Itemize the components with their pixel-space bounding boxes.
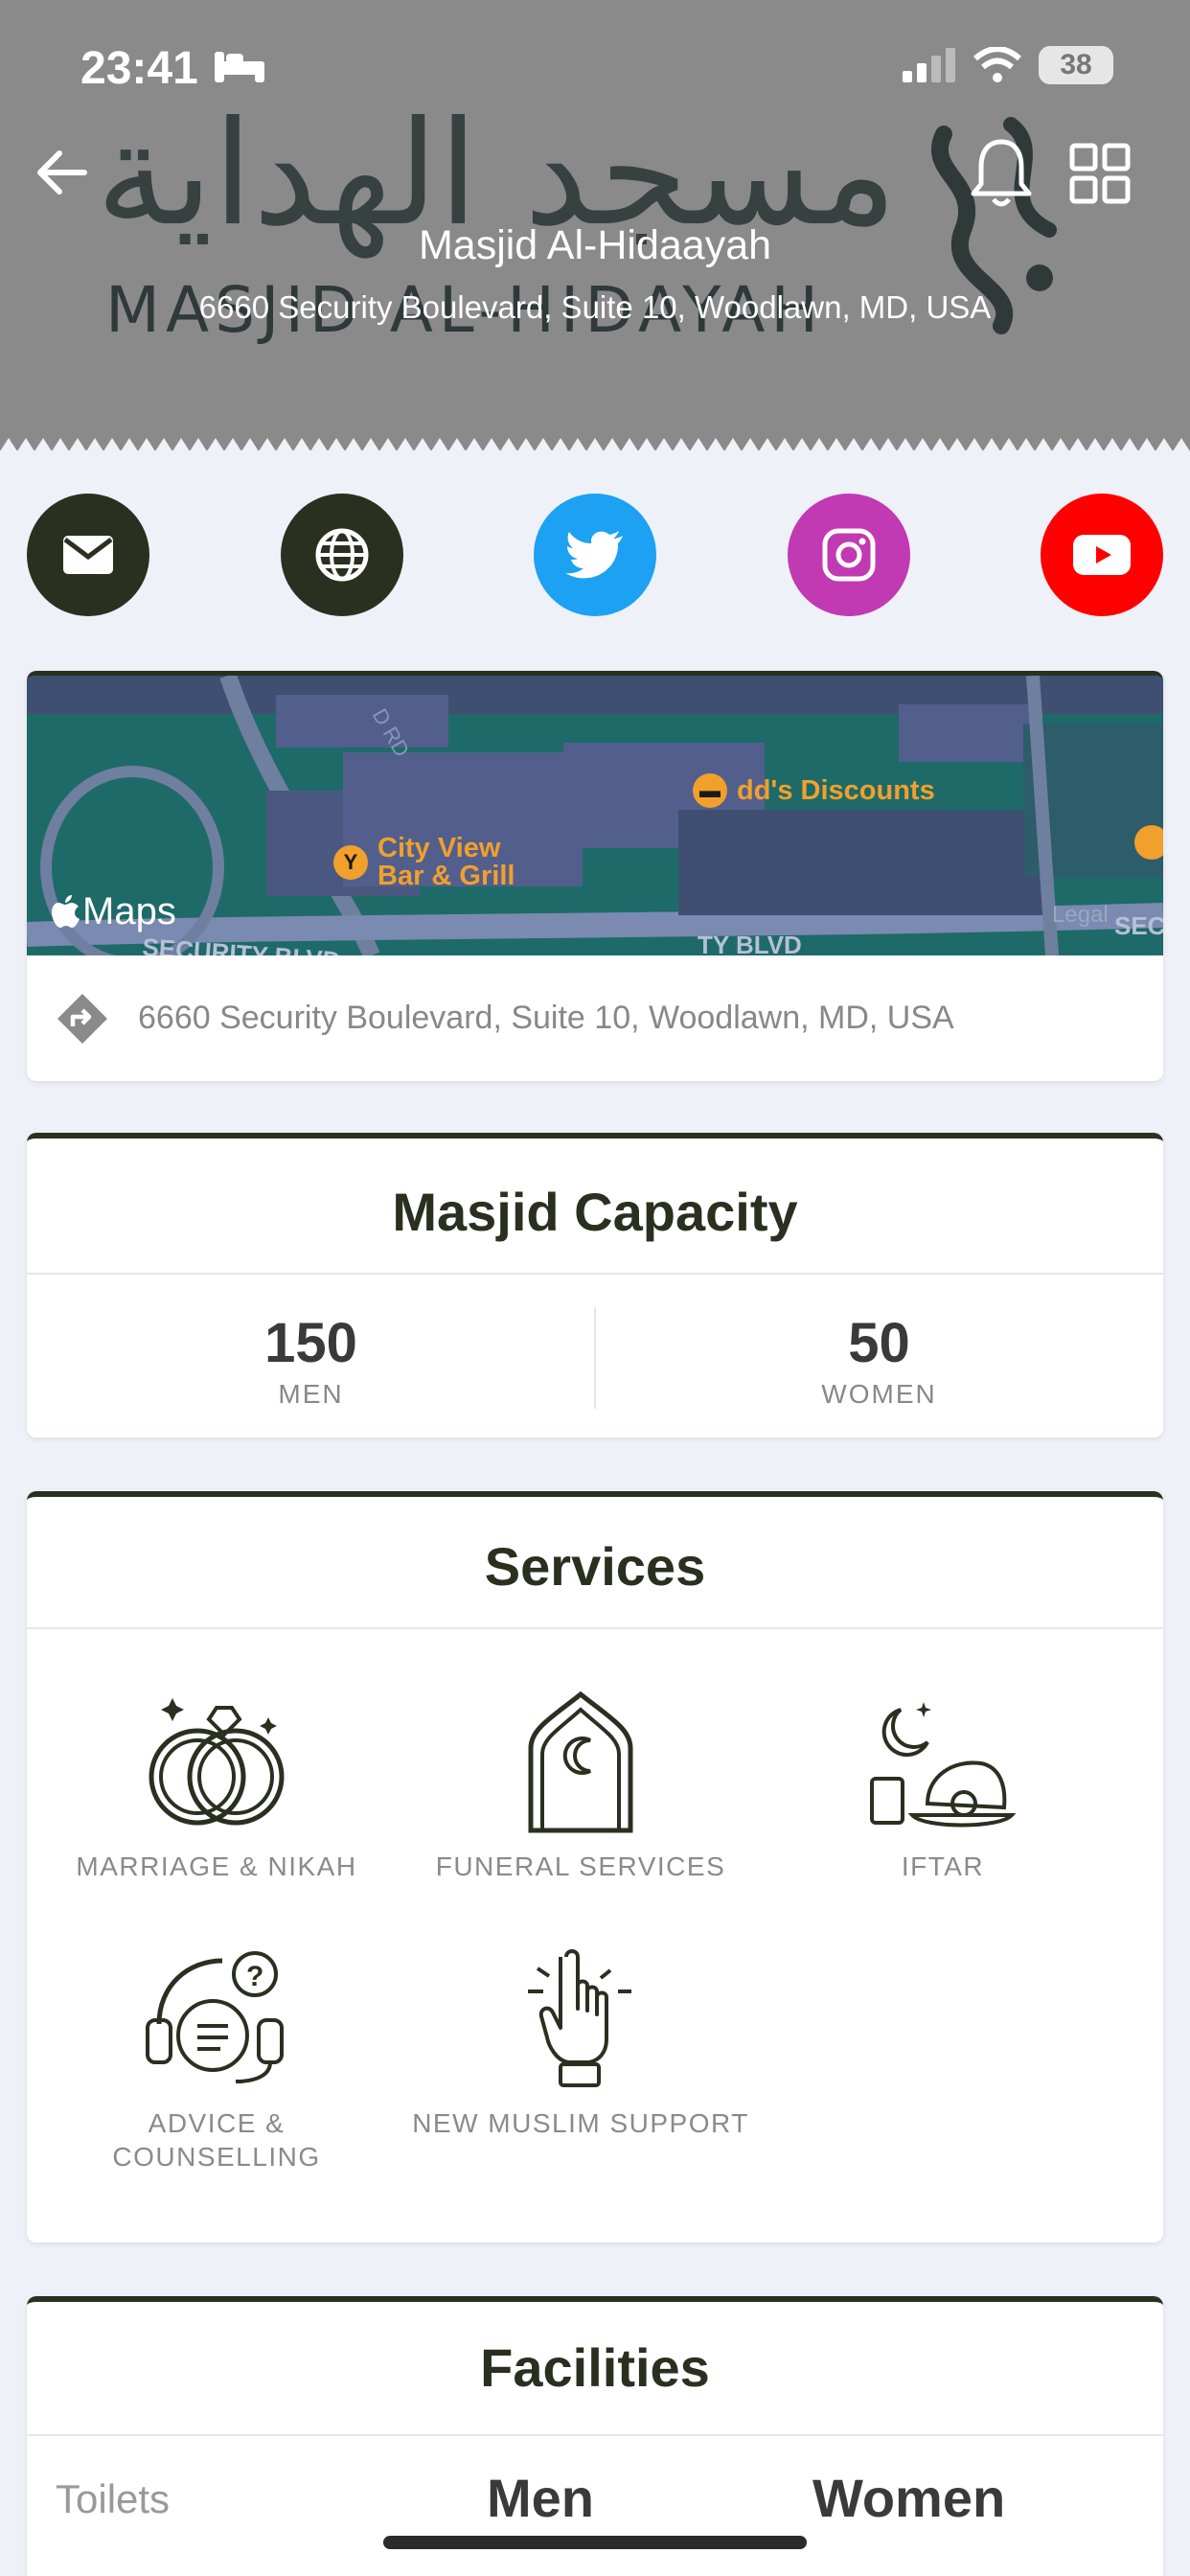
facilities-title: Facilities (480, 2337, 710, 2398)
instagram-button[interactable] (788, 494, 910, 616)
service-funeral-label: FUNERAL SERVICES (435, 1852, 726, 1881)
rings-icon (149, 1698, 285, 1826)
poi-dds-discounts[interactable]: ▬ dd's Discounts (693, 773, 935, 808)
status-time: 23:41 (80, 43, 198, 94)
youtube-icon (1073, 535, 1131, 575)
service-iftar-label: IFTAR (901, 1852, 985, 1881)
map-legal-link[interactable]: Legal (1052, 902, 1109, 929)
capacity-men-label: MEN (278, 1379, 344, 1409)
apple-maps-brand: Maps (52, 890, 176, 933)
header-zigzag-edge (0, 438, 1190, 450)
service-marriage[interactable]: MARRIAGE & NIKAH (34, 1690, 399, 1883)
maps-brand-label: Maps (82, 890, 176, 932)
back-arrow-icon[interactable] (29, 139, 96, 206)
grid-menu-icon[interactable] (1068, 142, 1132, 205)
poi-dds-label: dd's Discounts (737, 774, 935, 806)
map-car-pin-icon (1134, 825, 1163, 860)
services-card: Services MARRIAGE & NIKAH FUNERAL SERVIC… (27, 1491, 1163, 2242)
facilities-card: Facilities Toilets Men Women (27, 2296, 1163, 2576)
iftar-meal-icon (870, 1702, 1017, 1828)
svg-text:?: ? (246, 1961, 263, 1992)
directions-row[interactable]: 6660 Security Boulevard, Suite 10, Woodl… (27, 955, 1163, 1081)
wifi-icon (973, 47, 1021, 82)
bag-icon: ▬ (693, 773, 727, 808)
map-tiles: D RD SECURITY BLVD TY BLVD SECU (27, 676, 1163, 955)
facilities-divider (27, 2434, 1163, 2436)
instagram-icon (822, 528, 876, 582)
battery-indicator: 38 (1039, 46, 1113, 84)
mosque-name: Masjid Al-Hidaayah (418, 222, 772, 268)
twitter-button[interactable] (534, 494, 656, 616)
apple-logo-icon (52, 894, 80, 928)
status-icons: 38 (903, 46, 1113, 84)
service-new-muslim-label: NEW MUSLIM SUPPORT (412, 2108, 749, 2138)
services-divider (27, 1627, 1163, 1629)
capacity-title: Masjid Capacity (392, 1182, 798, 1242)
capacity-women-value: 50 (848, 1312, 910, 1374)
capacity-men: 150 MEN (27, 1311, 595, 1410)
service-funeral[interactable]: FUNERAL SERVICES (399, 1690, 763, 1883)
services-title: Services (484, 1536, 706, 1597)
capacity-women: 50 WOMEN (595, 1311, 1163, 1410)
capacity-divider (27, 1273, 1163, 1275)
service-counselling[interactable]: ? ADVICE & COUNSELLING (34, 1947, 399, 2174)
twitter-icon (565, 531, 623, 579)
website-button[interactable] (281, 494, 403, 616)
mosque-door-icon (528, 1690, 633, 1833)
service-counselling-label-2: COUNSELLING (112, 2142, 321, 2172)
bell-icon[interactable] (968, 134, 1035, 211)
email-button[interactable] (27, 494, 149, 616)
service-marriage-label: MARRIAGE & NIKAH (76, 1852, 357, 1881)
masjid-header: مسجد الهداية MASJID AL-HIDAYAH 23:41 38 (0, 0, 1190, 450)
service-iftar[interactable]: IFTAR (761, 1690, 1125, 1883)
mail-icon (63, 536, 113, 574)
sleep-mode-icon (215, 52, 264, 82)
service-counselling-label-1: ADVICE & (148, 2108, 286, 2138)
facilities-row-label: Toilets (56, 2476, 171, 2521)
map-street-security-mid: TY BLVD (698, 931, 802, 955)
home-indicator[interactable] (383, 2536, 807, 2549)
map-view[interactable]: D RD SECURITY BLVD TY BLVD SECU ▬ dd's D… (27, 676, 1163, 955)
capacity-women-label: WOMEN (821, 1379, 937, 1409)
raised-finger-icon (528, 1949, 631, 2087)
poi-city-view-line1: City View (378, 833, 501, 863)
capacity-card: Masjid Capacity 150 MEN 50 WOMEN (27, 1133, 1163, 1438)
directions-icon (57, 993, 107, 1044)
facilities-col-men: Men (487, 2468, 594, 2528)
map-street-right: SECU (1114, 911, 1163, 940)
facilities-row-toilets: Toilets Men Women (27, 2465, 1163, 2542)
capacity-men-value: 150 (264, 1312, 357, 1374)
cocktail-icon: Y (333, 845, 368, 880)
service-new-muslim[interactable]: NEW MUSLIM SUPPORT (399, 1947, 763, 2140)
headset-icon: ? (146, 1951, 284, 2083)
youtube-button[interactable] (1041, 494, 1163, 616)
poi-city-view[interactable]: Y City View Bar & Grill (333, 835, 515, 890)
mosque-address: 6660 Security Boulevard, Suite 10, Woodl… (198, 289, 992, 325)
poi-city-view-line2: Bar & Grill (378, 861, 515, 891)
facilities-col-women: Women (812, 2468, 1006, 2528)
globe-icon (315, 528, 369, 582)
map-address-text: 6660 Security Boulevard, Suite 10, Woodl… (138, 1000, 954, 1036)
map-card: D RD SECURITY BLVD TY BLVD SECU ▬ dd's D… (27, 671, 1163, 1081)
signal-icon (903, 48, 955, 82)
